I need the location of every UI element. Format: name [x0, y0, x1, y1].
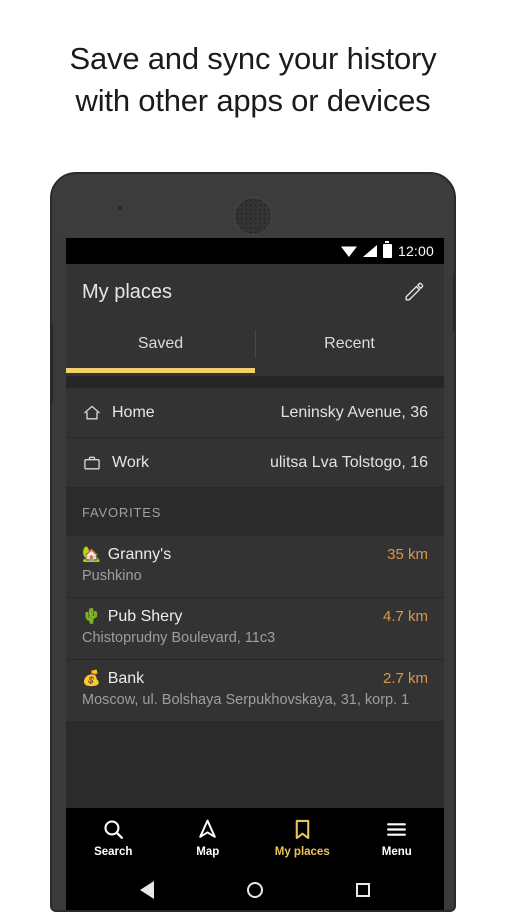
- edit-button[interactable]: [400, 278, 428, 306]
- front-camera-icon: [116, 204, 124, 212]
- favorite-name: Granny's: [107, 546, 172, 563]
- work-address: ulitsa Lva Tolstogo, 16: [269, 453, 428, 471]
- favorite-address: Pushkino: [82, 568, 142, 584]
- power-button[interactable]: [453, 274, 454, 332]
- nav-label-my-places: My places: [274, 845, 330, 858]
- favorite-name: Bank: [107, 670, 145, 687]
- favorite-item-grannys[interactable]: 🏡 Granny's 35 km Pushkino: [66, 536, 444, 598]
- favorite-name: Pub Shery: [107, 608, 183, 625]
- briefcase-icon: [82, 453, 112, 473]
- home-icon: [82, 403, 112, 423]
- nav-item-search[interactable]: Search: [66, 817, 161, 858]
- home-address: Leninsky Avenue, 36: [280, 403, 428, 421]
- phone-device-frame: 12:00 My places Saved Recent Home Lenins…: [50, 172, 456, 912]
- navigation-arrow-icon: [199, 819, 217, 838]
- pencil-icon: [405, 282, 424, 301]
- page-title: My places: [82, 280, 173, 303]
- promo-line-2: with other apps or devices: [75, 83, 431, 118]
- home-label: Home: [112, 403, 155, 421]
- house-with-garden-icon: 🏡: [82, 546, 101, 563]
- list-item-home[interactable]: Home Leninsky Avenue, 36: [66, 388, 444, 438]
- money-bag-icon: 💰: [82, 670, 101, 687]
- tab-divider: [255, 330, 256, 358]
- tab-content-gap: [66, 376, 444, 388]
- favorite-item-bank[interactable]: 💰 Bank 2.7 km Moscow, ul. Bolshaya Serpu…: [66, 660, 444, 722]
- earpiece-speaker-icon: [234, 197, 272, 235]
- promo-headline: Save and sync your history with other ap…: [0, 38, 506, 122]
- recents-square-icon[interactable]: [355, 883, 370, 897]
- home-circle-icon[interactable]: [246, 882, 263, 898]
- back-triangle-icon[interactable]: [140, 881, 155, 899]
- signal-icon: [362, 245, 377, 257]
- hamburger-menu-icon: [387, 822, 407, 836]
- nav-label-search: Search: [94, 845, 133, 858]
- battery-icon: [382, 241, 392, 258]
- favorite-address: Moscow, ul. Bolshaya Serpukhovskaya, 31,…: [82, 692, 410, 708]
- nav-item-my-places[interactable]: My places: [255, 817, 350, 858]
- bottom-navigation-bar: Search Map My places Menu: [66, 808, 444, 866]
- tab-active-indicator: [66, 368, 255, 373]
- status-bar: 12:00: [66, 238, 444, 264]
- app-header: My places: [66, 264, 444, 320]
- phone-screen: 12:00 My places Saved Recent Home Lenins…: [66, 238, 444, 910]
- cactus-icon: 🌵: [82, 608, 101, 625]
- phone-top-bezel: [52, 174, 454, 238]
- nav-label-map: Map: [196, 845, 220, 858]
- favorites-section-header: FAVORITES: [66, 488, 444, 536]
- android-system-nav-bar: [66, 866, 444, 910]
- favorite-distance: 2.7 km: [382, 670, 428, 687]
- wifi-icon: [340, 246, 357, 257]
- search-icon: [104, 819, 123, 839]
- favorite-item-pub-shery[interactable]: 🌵 Pub Shery 4.7 km Chistoprudny Boulevar…: [66, 598, 444, 660]
- tab-indicator-strip: [66, 368, 444, 376]
- volume-button[interactable]: [52, 324, 53, 402]
- favorite-distance: 35 km: [387, 546, 428, 563]
- nav-item-map[interactable]: Map: [161, 817, 256, 858]
- status-clock: 12:00: [397, 243, 434, 259]
- nav-item-menu[interactable]: Menu: [350, 817, 445, 858]
- tab-saved[interactable]: Saved: [66, 320, 255, 368]
- bookmark-icon: [295, 819, 310, 839]
- tab-recent-label: Recent: [324, 335, 375, 352]
- nav-label-menu: Menu: [381, 845, 412, 858]
- tab-bar: Saved Recent: [66, 320, 444, 368]
- tab-saved-label: Saved: [137, 335, 184, 352]
- tab-recent[interactable]: Recent: [255, 320, 444, 368]
- favorite-distance: 4.7 km: [382, 608, 428, 625]
- favorite-address: Chistoprudny Boulevard, 11c3: [82, 630, 276, 646]
- list-item-work[interactable]: Work ulitsa Lva Tolstogo, 16: [66, 438, 444, 488]
- promo-line-1: Save and sync your history: [69, 41, 437, 76]
- work-label: Work: [112, 453, 150, 471]
